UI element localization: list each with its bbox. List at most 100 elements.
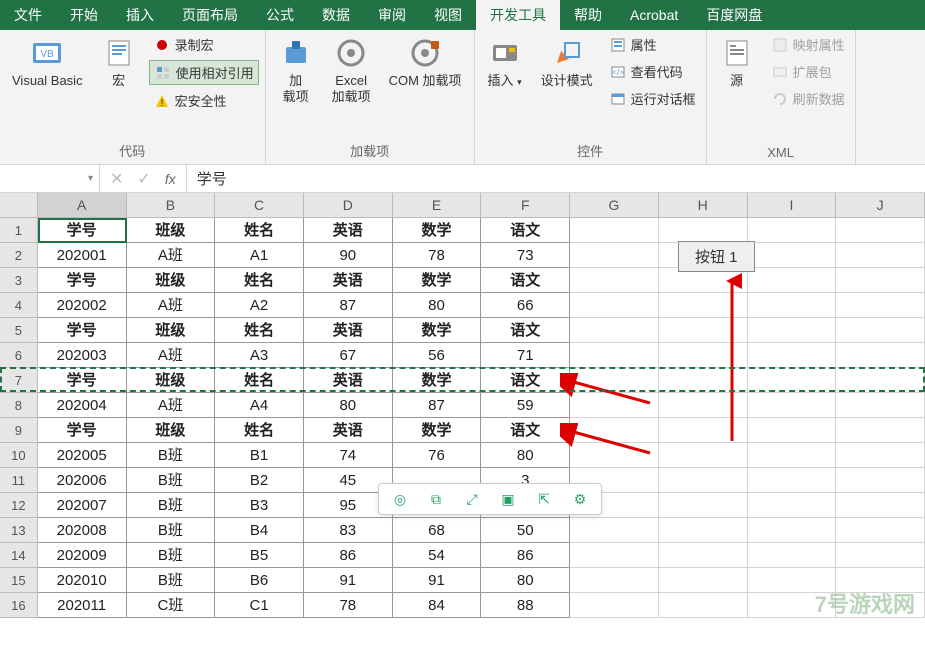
cell[interactable] — [748, 543, 837, 568]
cell[interactable]: 73 — [481, 243, 570, 268]
cell[interactable]: 数学 — [393, 368, 482, 393]
cell[interactable] — [836, 318, 925, 343]
cell[interactable] — [748, 293, 837, 318]
cell[interactable] — [836, 493, 925, 518]
cell[interactable]: A1 — [215, 243, 304, 268]
cell[interactable] — [570, 218, 659, 243]
cell[interactable] — [748, 468, 837, 493]
col-header-D[interactable]: D — [304, 193, 393, 217]
cell[interactable]: 202002 — [38, 293, 127, 318]
cell[interactable]: B5 — [215, 543, 304, 568]
cell[interactable]: 74 — [304, 443, 393, 468]
cell[interactable] — [836, 568, 925, 593]
cell[interactable] — [748, 268, 837, 293]
cell[interactable] — [570, 268, 659, 293]
cell[interactable] — [659, 343, 748, 368]
cell[interactable] — [836, 593, 925, 618]
insert-control-button[interactable]: 插入 ▾ — [481, 33, 529, 93]
row-header[interactable]: 15 — [0, 568, 38, 593]
cell[interactable]: 86 — [304, 543, 393, 568]
xml-refresh-button[interactable]: 刷新数据 — [767, 87, 849, 110]
cell[interactable]: B4 — [215, 518, 304, 543]
col-header-B[interactable]: B — [127, 193, 216, 217]
cell[interactable]: 88 — [481, 593, 570, 618]
cell[interactable]: 50 — [481, 518, 570, 543]
cell[interactable]: 姓名 — [215, 418, 304, 443]
cell[interactable] — [748, 568, 837, 593]
tab-developer[interactable]: 开发工具 — [476, 0, 560, 30]
cell[interactable] — [748, 593, 837, 618]
fx-icon[interactable]: fx — [165, 171, 176, 187]
cell[interactable]: 80 — [481, 443, 570, 468]
cell[interactable]: 80 — [304, 393, 393, 418]
cell[interactable]: 54 — [393, 543, 482, 568]
col-header-I[interactable]: I — [748, 193, 837, 217]
cell[interactable] — [836, 543, 925, 568]
cell[interactable] — [570, 593, 659, 618]
name-box[interactable] — [0, 165, 100, 192]
col-header-F[interactable]: F — [481, 193, 570, 217]
cell[interactable]: 87 — [304, 293, 393, 318]
cell[interactable] — [659, 318, 748, 343]
cell[interactable]: 67 — [304, 343, 393, 368]
cell[interactable]: 数学 — [393, 268, 482, 293]
cell[interactable] — [659, 418, 748, 443]
row-header[interactable]: 7 — [0, 368, 38, 393]
cell[interactable]: 班级 — [127, 368, 216, 393]
select-all-corner[interactable] — [0, 193, 38, 217]
float-expand-icon[interactable]: ⤢ — [461, 488, 483, 510]
cell[interactable]: B2 — [215, 468, 304, 493]
cell[interactable] — [570, 518, 659, 543]
cell[interactable] — [836, 393, 925, 418]
tab-help[interactable]: 帮助 — [560, 0, 616, 30]
cell[interactable]: 202010 — [38, 568, 127, 593]
cell[interactable]: B班 — [127, 443, 216, 468]
cell[interactable]: 90 — [304, 243, 393, 268]
cell[interactable]: 数学 — [393, 318, 482, 343]
cell[interactable] — [570, 443, 659, 468]
cell[interactable] — [659, 468, 748, 493]
cell[interactable] — [836, 343, 925, 368]
addin-button[interactable]: 加 载项 — [272, 33, 320, 108]
cell[interactable] — [570, 418, 659, 443]
relative-reference-button[interactable]: 使用相对引用 — [149, 60, 259, 85]
cell[interactable]: 姓名 — [215, 318, 304, 343]
cell[interactable]: 91 — [304, 568, 393, 593]
tab-layout[interactable]: 页面布局 — [168, 0, 252, 30]
cell[interactable]: 班级 — [127, 418, 216, 443]
excel-addin-button[interactable]: Excel 加载项 — [326, 33, 377, 108]
cell[interactable] — [836, 218, 925, 243]
cell[interactable] — [659, 518, 748, 543]
macro-button[interactable]: 宏 — [95, 33, 143, 93]
cell[interactable] — [836, 518, 925, 543]
cell[interactable]: B班 — [127, 493, 216, 518]
cell[interactable]: 71 — [481, 343, 570, 368]
row-header[interactable]: 4 — [0, 293, 38, 318]
float-copy-icon[interactable]: ⧉ — [425, 488, 447, 510]
cell[interactable] — [748, 318, 837, 343]
cell[interactable] — [748, 518, 837, 543]
tab-view[interactable]: 视图 — [420, 0, 476, 30]
cell[interactable] — [748, 343, 837, 368]
cell[interactable]: 202009 — [38, 543, 127, 568]
cell[interactable]: 学号 — [38, 318, 127, 343]
cell[interactable]: 78 — [304, 593, 393, 618]
cell[interactable]: 语文 — [481, 318, 570, 343]
cell[interactable]: 数学 — [393, 418, 482, 443]
tab-formula[interactable]: 公式 — [252, 0, 308, 30]
cell[interactable] — [748, 493, 837, 518]
cell[interactable]: A2 — [215, 293, 304, 318]
cancel-icon[interactable]: ✕ — [110, 169, 123, 189]
col-header-G[interactable]: G — [570, 193, 659, 217]
cell[interactable]: B班 — [127, 568, 216, 593]
cell[interactable] — [659, 218, 748, 243]
cell[interactable]: 英语 — [304, 268, 393, 293]
cell[interactable] — [836, 418, 925, 443]
tab-review[interactable]: 审阅 — [364, 0, 420, 30]
float-settings-icon[interactable]: ⚙ — [569, 488, 591, 510]
cell[interactable] — [659, 568, 748, 593]
cell[interactable]: 姓名 — [215, 268, 304, 293]
row-header[interactable]: 11 — [0, 468, 38, 493]
cell[interactable]: A班 — [127, 343, 216, 368]
cell[interactable]: 数学 — [393, 218, 482, 243]
